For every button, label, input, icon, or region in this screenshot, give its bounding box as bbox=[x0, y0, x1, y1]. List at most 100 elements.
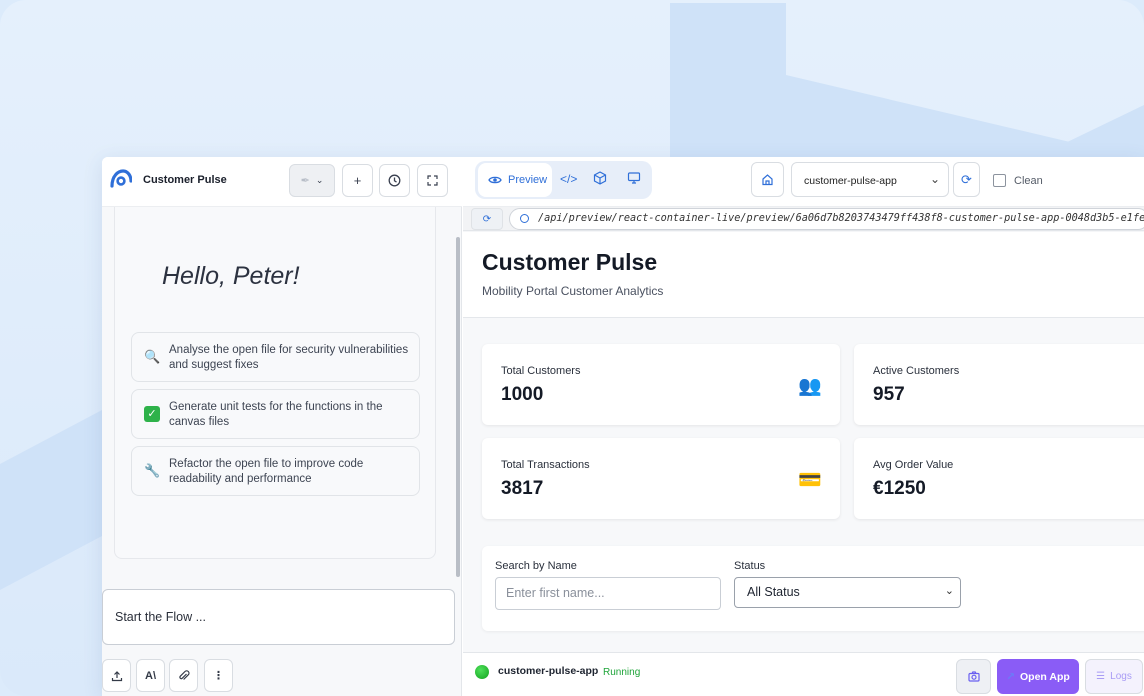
plus-icon: + bbox=[353, 173, 362, 188]
credit-card-icon: 💳 bbox=[798, 470, 822, 491]
stat-value: 957 bbox=[873, 384, 905, 405]
more-options-button[interactable]: ⋮ bbox=[204, 659, 233, 692]
upload-icon bbox=[111, 670, 122, 681]
checkmark-icon: ✓ bbox=[144, 406, 160, 422]
app-selector[interactable]: customer-pulse-app ⌄ bbox=[791, 162, 949, 197]
clean-toggle[interactable]: Clean bbox=[993, 174, 1043, 187]
stat-value: 3817 bbox=[501, 478, 544, 499]
monitor-icon[interactable] bbox=[626, 171, 642, 187]
address-bar: ⟳ /api/preview/react-container-live/prev… bbox=[463, 207, 1144, 231]
url-field[interactable]: /api/preview/react-container-live/previe… bbox=[509, 208, 1144, 230]
clean-checkbox[interactable] bbox=[993, 174, 1006, 187]
stat-label: Avg Order Value bbox=[873, 459, 954, 471]
model-button[interactable]: A\ bbox=[136, 659, 165, 692]
suggestion-refactor[interactable]: 🔧 Refactor the open file to improve code… bbox=[131, 446, 420, 496]
status-label: Status bbox=[734, 560, 766, 572]
stat-label: Total Transactions bbox=[501, 459, 590, 471]
open-app-button[interactable]: ↗ Open App bbox=[997, 659, 1079, 694]
site-info-icon bbox=[520, 214, 529, 223]
chat-header: Customer Pulse ✒ ⌄ + bbox=[102, 157, 462, 207]
status-bar: customer-pulse-app Running ↗ Open App ☰ … bbox=[463, 652, 1144, 696]
url-text: /api/preview/react-container-live/previe… bbox=[538, 213, 1144, 224]
background-shape bbox=[0, 410, 102, 590]
app-window: Customer Pulse ✒ ⌄ + Hello, Peter! 🔍 Ana… bbox=[102, 157, 1144, 696]
more-vertical-icon: ⋮ bbox=[213, 670, 224, 682]
suggestion-text: Refactor the open file to improve code r… bbox=[169, 458, 364, 485]
chevron-down-icon: ⌄ bbox=[315, 175, 324, 185]
run-status: Running bbox=[603, 667, 641, 678]
reload-button[interactable]: ⟳ bbox=[953, 162, 980, 197]
camera-icon bbox=[967, 671, 980, 682]
suggestion-security[interactable]: 🔍 Analyse the open file for security vul… bbox=[131, 332, 420, 382]
scrollbar[interactable] bbox=[456, 237, 460, 577]
suggestion-unit-tests[interactable]: ✓ Generate unit tests for the functions … bbox=[131, 389, 420, 439]
screenshot-button[interactable] bbox=[956, 659, 991, 694]
upload-button[interactable] bbox=[102, 659, 131, 692]
anthropic-icon: A\ bbox=[145, 669, 156, 682]
chevron-down-icon: ⌄ bbox=[929, 172, 940, 186]
fullscreen-button[interactable] bbox=[417, 164, 448, 197]
preview-toolbar: Preview </> customer-pulse-app ⌄ ⟳ Clean bbox=[463, 157, 1144, 207]
stat-card-total-customers: Total Customers 1000 👥 bbox=[482, 344, 840, 425]
tab-preview-label: Preview bbox=[508, 174, 548, 186]
search-input[interactable]: Enter first name... bbox=[495, 577, 721, 610]
pen-icon: ✒ bbox=[300, 175, 310, 187]
list-icon: ☰ bbox=[1096, 671, 1106, 682]
logs-button[interactable]: ☰ Logs bbox=[1085, 659, 1143, 694]
address-reload-button[interactable]: ⟳ bbox=[471, 208, 503, 230]
filter-panel: Search by Name Enter first name... Statu… bbox=[482, 546, 1144, 631]
stat-card-total-transactions: Total Transactions 3817 💳 bbox=[482, 438, 840, 519]
stat-value: 1000 bbox=[501, 384, 544, 405]
chat-input[interactable]: Start the Flow ... bbox=[102, 589, 455, 645]
attach-button[interactable] bbox=[169, 659, 198, 692]
running-app-name: customer-pulse-app bbox=[498, 665, 599, 677]
app-logo-icon bbox=[110, 169, 132, 188]
background-shape bbox=[670, 3, 786, 160]
home-button[interactable] bbox=[751, 162, 784, 197]
open-app-label: Open App bbox=[1020, 670, 1070, 683]
page-title: Customer Pulse bbox=[482, 249, 658, 275]
suggestion-text: Analyse the open file for security vulne… bbox=[169, 344, 409, 371]
suggestion-text: Generate unit tests for the functions in… bbox=[169, 401, 383, 428]
dashboard-header: Customer Pulse Mobility Portal Customer … bbox=[463, 232, 1144, 318]
cube-icon[interactable] bbox=[592, 171, 608, 187]
clock-icon bbox=[388, 174, 401, 187]
tab-preview[interactable]: Preview bbox=[478, 163, 552, 197]
project-title: Customer Pulse bbox=[143, 174, 227, 186]
code-icon[interactable]: </> bbox=[560, 171, 577, 187]
stat-card-avg-order-value: Avg Order Value €1250 bbox=[854, 438, 1144, 519]
refresh-icon: ⟳ bbox=[482, 213, 492, 225]
preview-content: Customer Pulse Mobility Portal Customer … bbox=[463, 232, 1144, 652]
history-button[interactable] bbox=[379, 164, 410, 197]
paperclip-icon bbox=[178, 669, 190, 680]
chat-panel: Customer Pulse ✒ ⌄ + Hello, Peter! 🔍 Ana… bbox=[102, 157, 462, 696]
status-select[interactable]: All Status ⌄ bbox=[734, 577, 961, 608]
stat-card-active-customers: Active Customers 957 bbox=[854, 344, 1144, 425]
eye-icon bbox=[488, 176, 502, 184]
search-label: Search by Name bbox=[495, 560, 577, 572]
wrench-icon: 🔧 bbox=[144, 463, 161, 478]
external-link-icon: ↗ bbox=[1006, 670, 1016, 683]
status-select-value: All Status bbox=[747, 585, 800, 599]
search-placeholder: Enter first name... bbox=[506, 586, 605, 600]
welcome-card: Hello, Peter! 🔍 Analyse the open file fo… bbox=[114, 207, 436, 559]
chat-input-placeholder: Start the Flow ... bbox=[115, 610, 207, 624]
page-subtitle: Mobility Portal Customer Analytics bbox=[482, 284, 664, 298]
preview-panel: Preview </> customer-pulse-app ⌄ ⟳ Clean… bbox=[463, 157, 1144, 696]
logs-label: Logs bbox=[1110, 671, 1132, 682]
expand-icon bbox=[427, 175, 438, 186]
stat-value: €1250 bbox=[873, 478, 926, 499]
stat-label: Total Customers bbox=[501, 365, 581, 377]
home-icon bbox=[762, 174, 773, 186]
stat-label: Active Customers bbox=[873, 365, 960, 377]
model-selector-button[interactable]: ✒ ⌄ bbox=[289, 164, 335, 197]
people-icon: 👥 bbox=[798, 376, 822, 397]
new-chat-button[interactable]: + bbox=[342, 164, 373, 197]
status-indicator bbox=[475, 665, 489, 679]
app-selector-value: customer-pulse-app bbox=[804, 175, 897, 187]
greeting: Hello, Peter! bbox=[162, 262, 300, 290]
chevron-down-icon: ⌄ bbox=[944, 585, 954, 597]
clean-label: Clean bbox=[1014, 174, 1043, 187]
refresh-icon: ⟳ bbox=[961, 171, 972, 187]
magnifier-icon: 🔍 bbox=[144, 349, 161, 364]
